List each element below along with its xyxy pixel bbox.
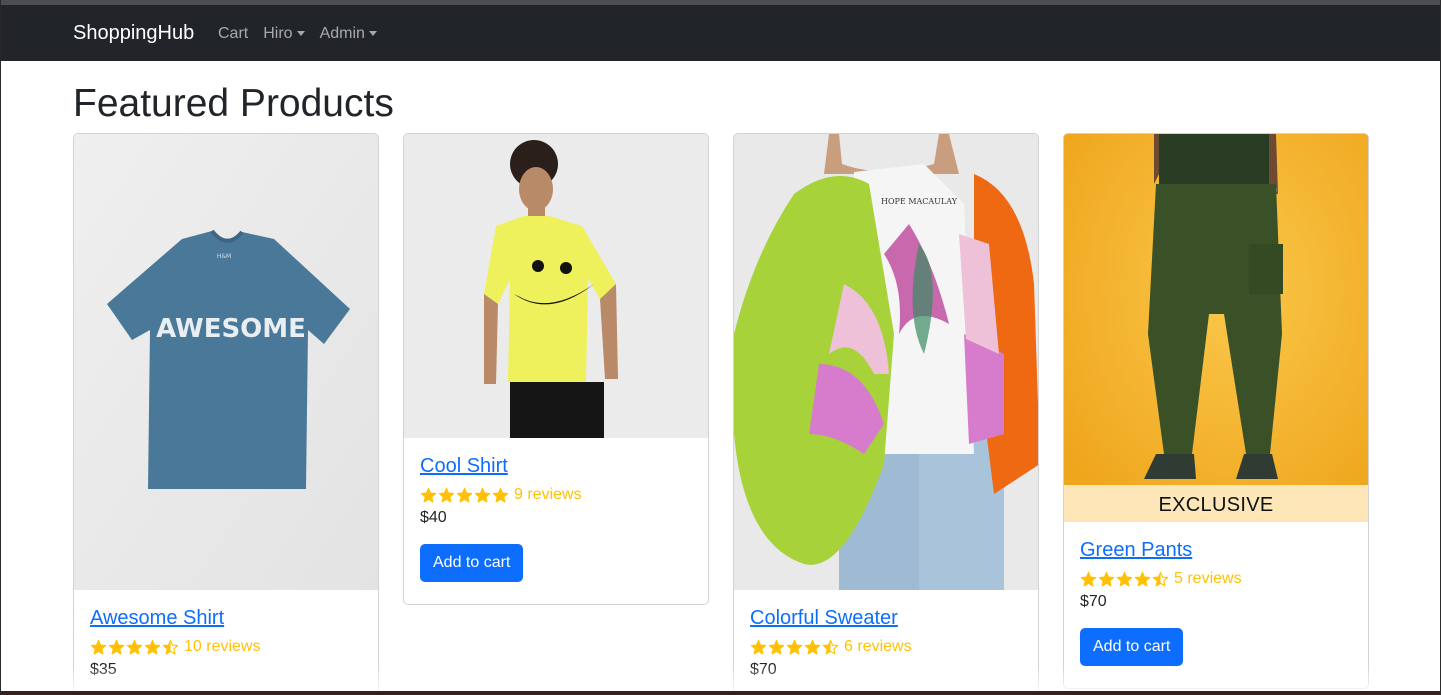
tshirt-image: AWESOME H&M	[74, 134, 378, 590]
card-body: Cool Shirt 9 reviews $40 Add to cart	[404, 438, 708, 598]
card-body: Awesome Shirt 10 reviews $35	[74, 590, 378, 695]
product-price: $35	[90, 661, 117, 678]
add-to-cart-button[interactable]: Add to cart	[1080, 628, 1184, 666]
nav-admin-label: Admin	[319, 25, 365, 42]
add-to-cart-button[interactable]: Add to cart	[420, 544, 524, 582]
product-card-awesome-shirt: AWESOME H&M Awesome Shirt 10 reviews $35	[73, 133, 379, 695]
rating: 5 reviews	[1080, 569, 1352, 589]
product-image-green-pants[interactable]: EXCLUSIVE	[1064, 134, 1368, 522]
nav-cart-link[interactable]: Cart	[218, 24, 248, 43]
nav-admin-dropdown[interactable]: Admin	[320, 24, 377, 43]
product-image-cool-shirt[interactable]	[404, 134, 708, 438]
caret-down-icon	[368, 31, 377, 36]
star-full-icon	[420, 487, 437, 502]
star-full-icon	[804, 639, 821, 654]
window-bottom-border	[1, 691, 1440, 695]
shirt-tag-text: H&M	[217, 253, 231, 260]
star-full-icon	[1116, 571, 1133, 586]
product-price: $40	[420, 509, 447, 526]
page-title: Featured Products	[73, 82, 394, 125]
reviews-count: 5 reviews	[1174, 570, 1242, 587]
brand-link[interactable]: ShoppingHub	[73, 22, 194, 44]
rating: 9 reviews	[420, 485, 692, 505]
star-rating	[420, 487, 509, 504]
exclusive-badge: EXCLUSIVE	[1064, 485, 1368, 522]
star-rating	[750, 639, 839, 656]
nav-user-dropdown[interactable]: Hiro	[263, 24, 305, 43]
shirt-print-text: AWESOME	[156, 314, 306, 344]
star-full-icon	[108, 639, 125, 654]
model-sweater-image: HOPE MACAULAY	[734, 134, 1038, 590]
nav-cart-label: Cart	[218, 25, 249, 42]
star-half-icon	[822, 639, 839, 654]
star-full-icon	[144, 639, 161, 654]
rating: 10 reviews	[90, 637, 362, 657]
reviews-count: 9 reviews	[514, 486, 582, 503]
star-full-icon	[1080, 571, 1097, 586]
star-full-icon	[768, 639, 785, 654]
product-name-link[interactable]: Cool Shirt	[420, 453, 692, 479]
nav-links: Cart Hiro Admin	[218, 24, 392, 43]
star-full-icon	[456, 487, 473, 502]
star-half-icon	[162, 639, 179, 654]
product-name-link[interactable]: Awesome Shirt	[90, 605, 362, 631]
product-image-colorful-sweater[interactable]: HOPE MACAULAY	[734, 134, 1038, 590]
star-full-icon	[786, 639, 803, 654]
product-card-cool-shirt: Cool Shirt 9 reviews $40 Add to cart	[403, 133, 709, 605]
card-body: Colorful Sweater 6 reviews $70	[734, 590, 1038, 695]
caret-down-icon	[296, 31, 305, 36]
star-full-icon	[1134, 571, 1151, 586]
reviews-count: 6 reviews	[844, 638, 912, 655]
product-price: $70	[750, 661, 777, 678]
reviews-count: 10 reviews	[184, 638, 261, 655]
star-full-icon	[492, 487, 509, 502]
product-price: $70	[1080, 593, 1107, 610]
star-rating	[1080, 571, 1169, 588]
product-name-link[interactable]: Green Pants	[1080, 537, 1352, 563]
star-full-icon	[750, 639, 767, 654]
star-full-icon	[126, 639, 143, 654]
nav-user-label: Hiro	[263, 25, 293, 42]
sweater-print-text: HOPE MACAULAY	[881, 197, 958, 206]
star-full-icon	[438, 487, 455, 502]
star-half-icon	[1152, 571, 1169, 586]
product-name-link[interactable]: Colorful Sweater	[750, 605, 1022, 631]
product-image-awesome-shirt[interactable]: AWESOME H&M	[74, 134, 378, 590]
star-full-icon	[474, 487, 491, 502]
card-body: Green Pants 5 reviews $70 Add to cart	[1064, 522, 1368, 682]
model-yellow-shirt-image	[404, 134, 708, 438]
model-green-pants-image	[1064, 134, 1368, 522]
star-rating	[90, 639, 179, 656]
product-card-colorful-sweater: HOPE MACAULAY Colorful Sweater 6 reviews…	[733, 133, 1039, 695]
product-card-green-pants: EXCLUSIVE Green Pants 5 reviews $70 Add …	[1063, 133, 1369, 689]
rating: 6 reviews	[750, 637, 1022, 657]
star-full-icon	[90, 639, 107, 654]
navbar: ShoppingHub Cart Hiro Admin	[1, 5, 1440, 61]
star-full-icon	[1098, 571, 1115, 586]
